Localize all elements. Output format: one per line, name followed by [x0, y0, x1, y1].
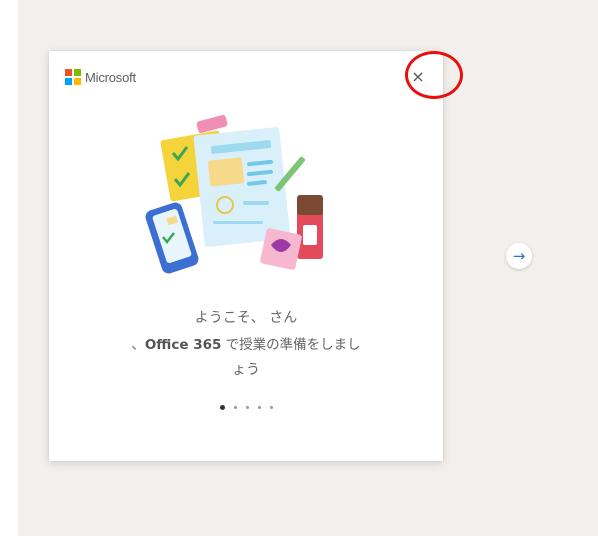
page-dot-2[interactable] [233, 406, 237, 409]
welcome-message-suffix: で授業の準備をしまし [221, 337, 361, 353]
welcome-title: ようこそ、 さん [194, 310, 298, 326]
page-dot-1[interactable] [219, 405, 225, 410]
classroom-illustration-icon [145, 114, 323, 274]
page-dot-3[interactable] [245, 406, 249, 409]
close-icon[interactable]: × [407, 65, 429, 87]
welcome-message-end: ょう [232, 362, 260, 378]
next-arrow-icon[interactable]: → [506, 243, 532, 269]
product-name: Office 365 [144, 337, 222, 353]
page-dot-4[interactable] [257, 406, 261, 409]
welcome-dialog: Microsoft × ようこそ、 さん 、Office 365 で授業の準備を… [49, 51, 443, 461]
welcome-message: 、Office 365 で授業の準備をしまし [49, 333, 443, 353]
microsoft-logo-icon [65, 69, 81, 85]
microsoft-logo: Microsoft [65, 69, 136, 85]
welcome-message-prefix: 、 [131, 337, 145, 353]
brand-name: Microsoft [85, 69, 136, 85]
page-dot-5[interactable] [269, 406, 273, 409]
page-indicator [49, 405, 443, 410]
